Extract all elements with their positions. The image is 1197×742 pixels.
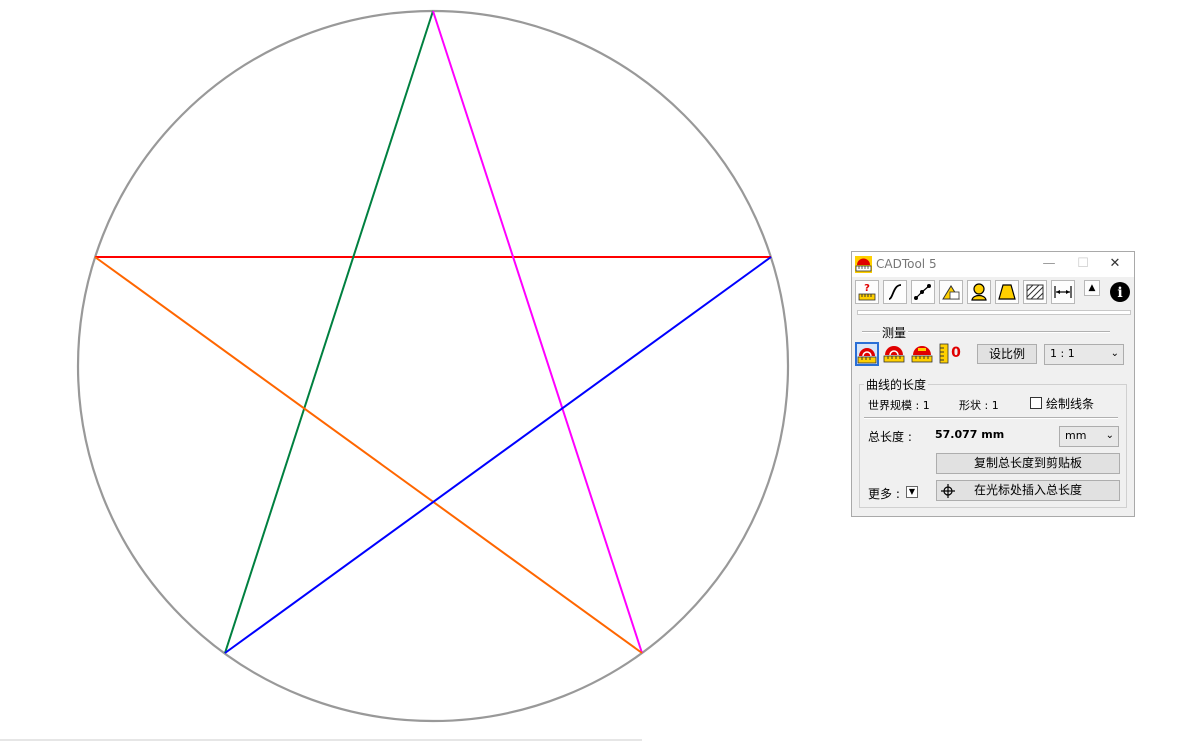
polyline-icon bbox=[914, 284, 931, 300]
star-line-orange bbox=[94, 256, 643, 654]
svg-text:0: 0 bbox=[951, 345, 961, 361]
world-scale-label: 世界规模 : 1 bbox=[868, 399, 930, 412]
progress-bar bbox=[857, 310, 1131, 315]
area-icon bbox=[942, 285, 960, 300]
star-line-green bbox=[224, 10, 434, 654]
app-icon bbox=[855, 256, 872, 273]
hatch-icon bbox=[1026, 284, 1044, 300]
svg-text:?: ? bbox=[864, 283, 870, 294]
polyline-tool-button[interactable] bbox=[911, 280, 935, 304]
svg-text:i: i bbox=[1117, 285, 1122, 301]
help-icon: ? bbox=[858, 283, 876, 301]
insert-at-cursor-label: 在光标处插入总长度 bbox=[973, 483, 1082, 497]
measure-zero-icon: 0 bbox=[939, 343, 961, 364]
unit-select-value: mm bbox=[1065, 429, 1087, 442]
draw-lines-label: 绘制线条 bbox=[1046, 397, 1095, 411]
curve-length-divider bbox=[864, 417, 1118, 419]
measure-zero-button[interactable]: 0 bbox=[939, 342, 963, 366]
measure-volume-button[interactable] bbox=[911, 342, 935, 366]
hatch-tool-button[interactable] bbox=[1023, 280, 1047, 304]
more-dropdown-button[interactable]: ▼ bbox=[906, 486, 918, 498]
circle bbox=[76, 9, 790, 723]
chevron-down-icon: ⌄ bbox=[1105, 430, 1114, 441]
measure-curve-icon bbox=[857, 348, 877, 364]
draw-lines-checkbox[interactable] bbox=[1030, 397, 1042, 409]
measure-area-button[interactable] bbox=[883, 342, 907, 366]
collapse-button[interactable]: ▲ bbox=[1084, 280, 1100, 296]
user-icon bbox=[971, 283, 987, 301]
total-length-label: 总长度 : bbox=[868, 430, 912, 444]
area-tool-button[interactable] bbox=[939, 280, 963, 304]
scale-select[interactable]: 1 : 1 ⌄ bbox=[1044, 344, 1124, 365]
shape-tool-button[interactable] bbox=[995, 280, 1019, 304]
curve-icon bbox=[888, 284, 902, 300]
measure-group-label: 测量 bbox=[880, 324, 909, 341]
scale-select-value: 1 : 1 bbox=[1050, 347, 1075, 360]
crosshair-icon bbox=[941, 484, 955, 498]
shape-icon bbox=[998, 284, 1016, 300]
unit-select[interactable]: mm ⌄ bbox=[1059, 426, 1119, 447]
total-length-value: 57.077 mm bbox=[935, 428, 1005, 441]
shape-count-label: 形状 : 1 bbox=[959, 399, 999, 412]
insert-at-cursor-button[interactable]: 在光标处插入总长度 bbox=[936, 480, 1120, 501]
dimension-tool-button[interactable] bbox=[1051, 280, 1075, 304]
cadtool-window: CADTool 5 — ☐ ✕ ? ▲ i 测量 0 设比例 1: 1 ⌄ 曲… bbox=[851, 251, 1135, 517]
minimize-button[interactable]: — bbox=[1032, 252, 1066, 277]
curve-length-group-label: 曲线的长度 bbox=[864, 376, 929, 393]
chevron-down-icon: ⌄ bbox=[1110, 348, 1119, 359]
maximize-button[interactable]: ☐ bbox=[1066, 252, 1100, 277]
measure-area-icon bbox=[883, 346, 905, 363]
window-title: CADTool 5 bbox=[876, 257, 937, 271]
help-tool-button[interactable]: ? bbox=[855, 280, 879, 304]
curve-tool-button[interactable] bbox=[883, 280, 907, 304]
user-tool-button[interactable] bbox=[967, 280, 991, 304]
close-button[interactable]: ✕ bbox=[1098, 252, 1132, 277]
measure-volume-icon bbox=[911, 346, 933, 363]
copy-total-length-button[interactable]: 复制总长度到剪贴板 bbox=[936, 453, 1120, 474]
title-bar[interactable]: CADTool 5 — ☐ ✕ bbox=[852, 252, 1134, 277]
more-label: 更多 : bbox=[868, 487, 900, 501]
set-scale-button[interactable]: 设比例 bbox=[977, 344, 1037, 364]
info-icon[interactable]: i bbox=[1109, 281, 1131, 303]
dimension-icon bbox=[1054, 286, 1072, 298]
star-line-magenta bbox=[432, 10, 643, 654]
star-line-blue bbox=[224, 256, 772, 654]
measure-curve-button[interactable] bbox=[855, 342, 879, 366]
